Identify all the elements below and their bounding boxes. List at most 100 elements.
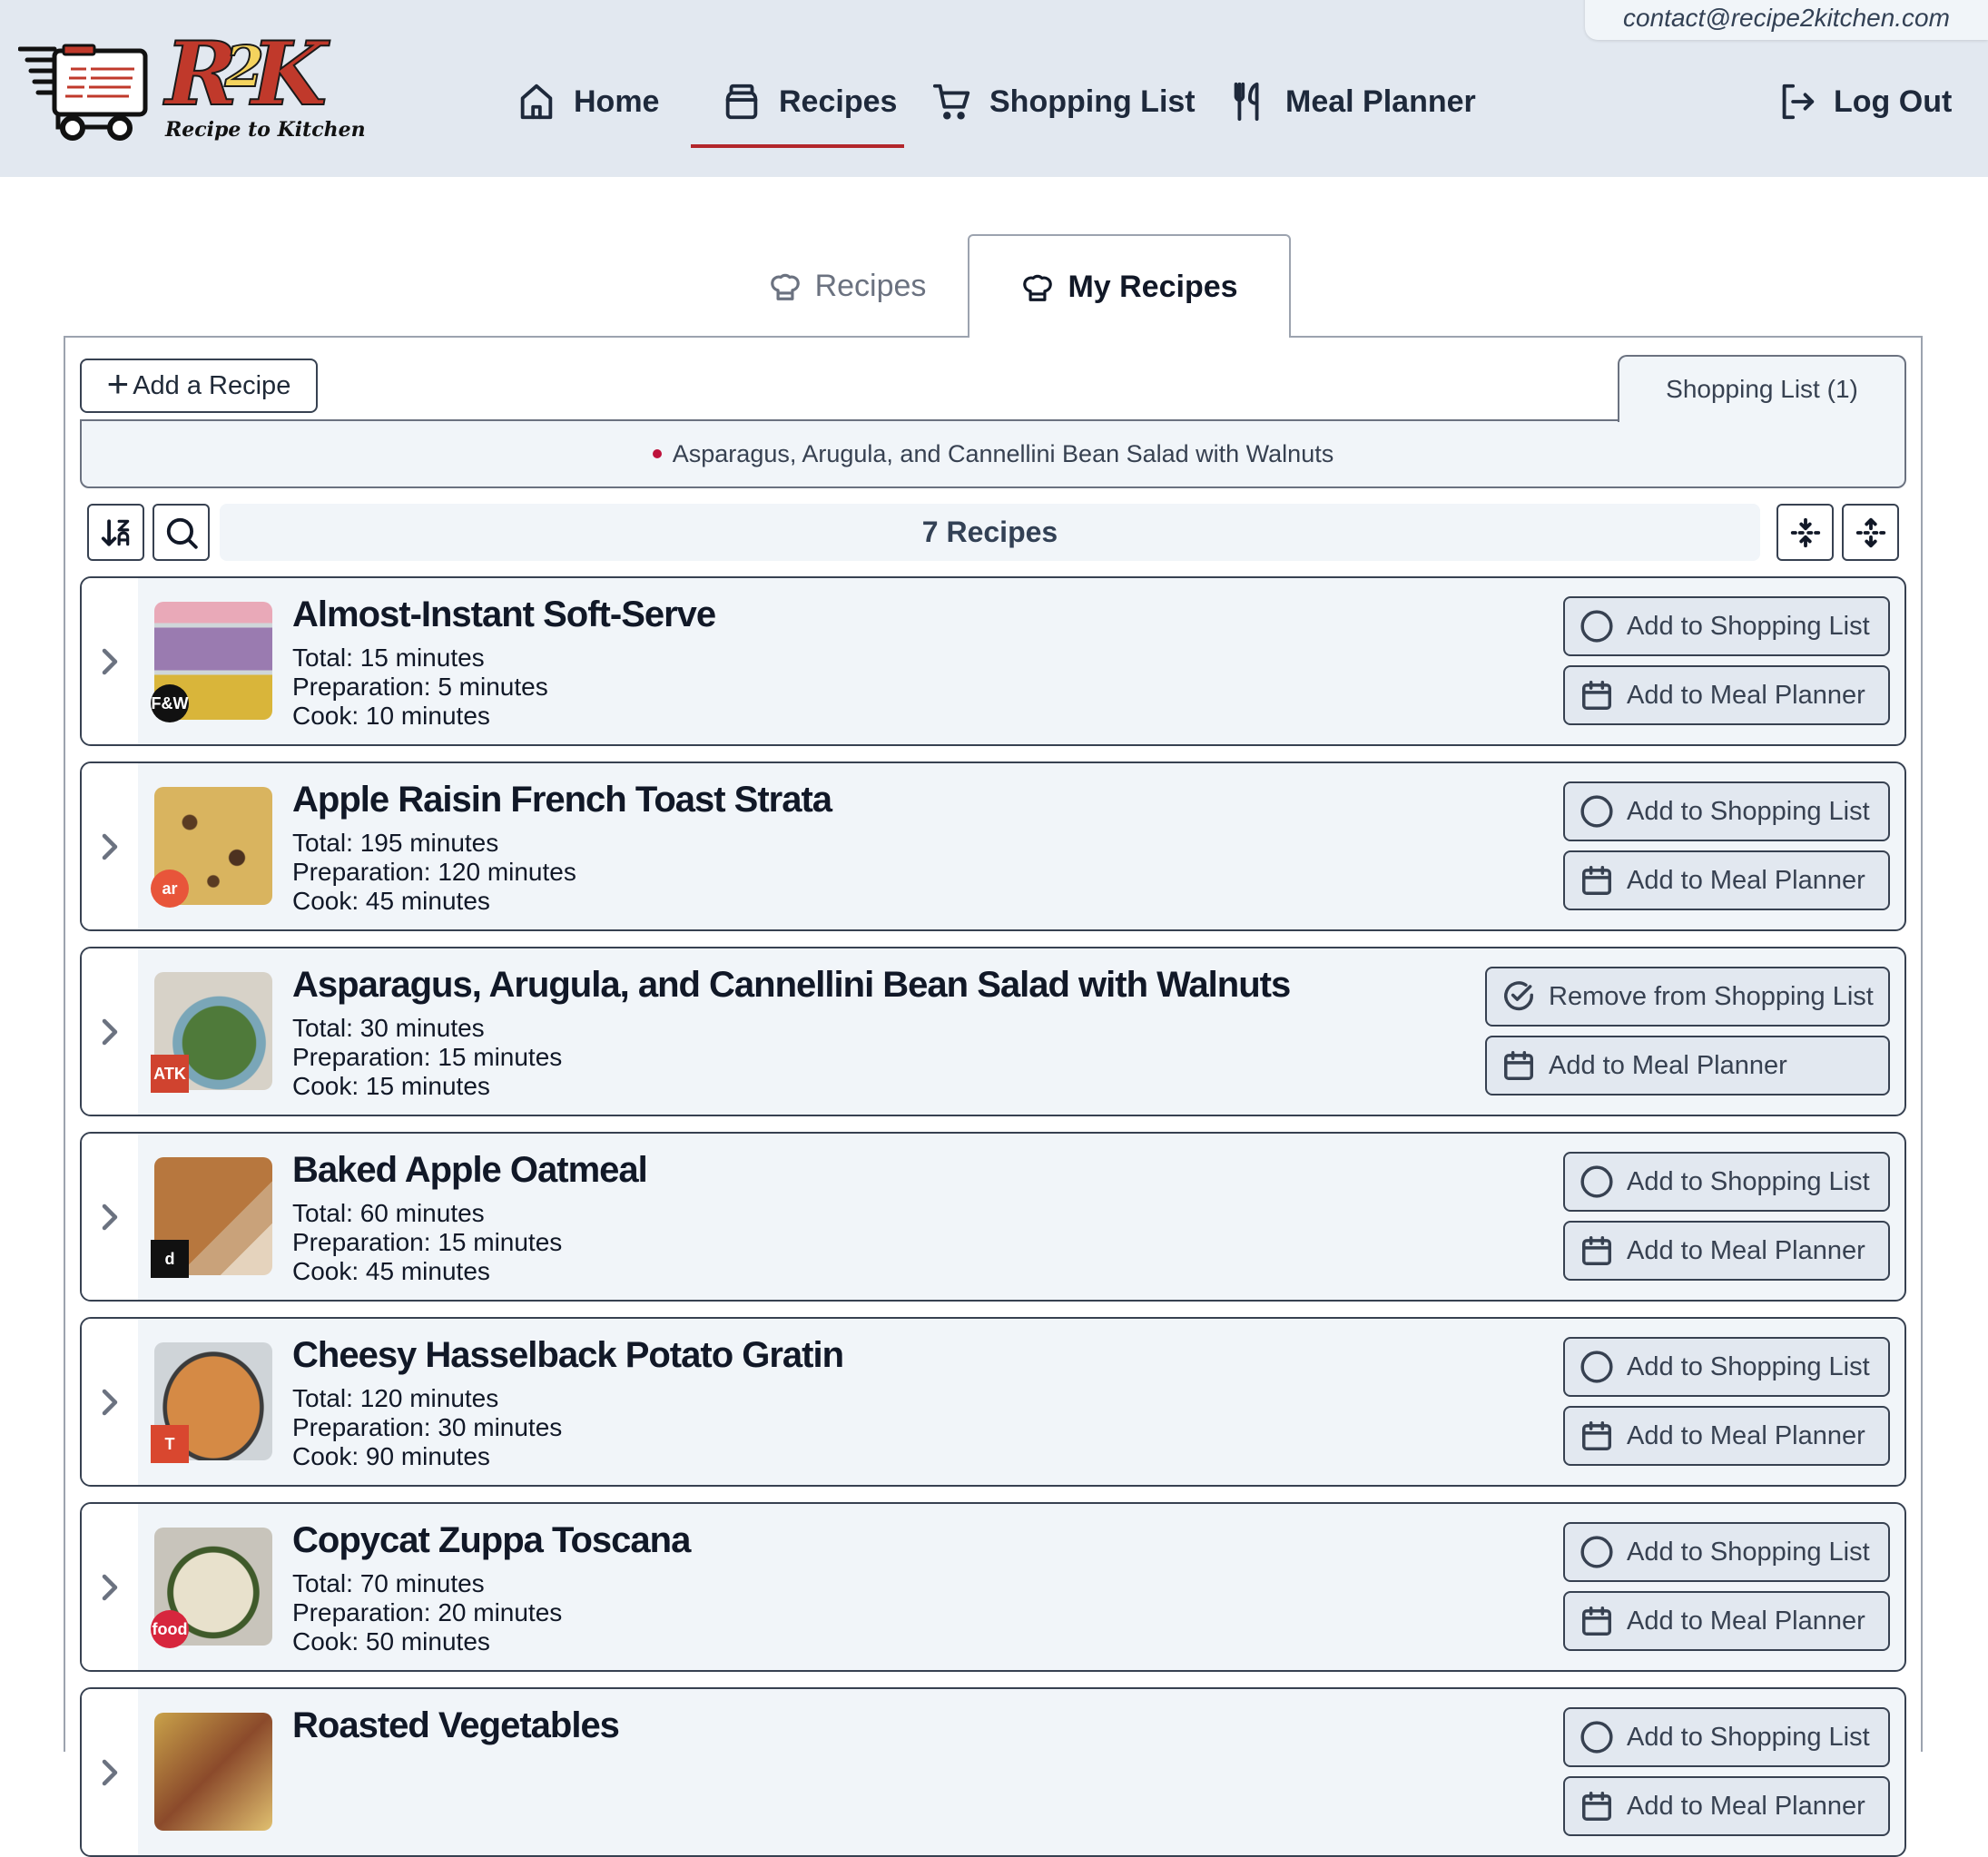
circle-icon <box>1580 1351 1613 1383</box>
circle-icon <box>1580 795 1613 828</box>
meal-button-label: Add to Meal Planner <box>1549 1050 1787 1080</box>
shopping-button-label: Add to Shopping List <box>1627 1166 1870 1196</box>
recipe-times: Total: 195 minutes Preparation: 120 minut… <box>292 829 576 916</box>
search-icon <box>166 517 198 549</box>
recipe-card[interactable]: food Copycat Zuppa Toscana Total: 70 minut… <box>80 1502 1906 1672</box>
shopping-list-tab[interactable]: Shopping List (1) <box>1618 355 1906 422</box>
add-to-shopping-list-button[interactable]: Add to Shopping List <box>1563 781 1890 841</box>
shopping-button-label: Remove from Shopping List <box>1549 981 1874 1011</box>
bullet-icon <box>652 449 662 458</box>
recipe-card[interactable]: T Cheesy Hasselback Potato Gratin Total: 1… <box>80 1317 1906 1487</box>
expand-recipe-toggle[interactable] <box>82 1319 138 1485</box>
logo-cart-icon <box>18 44 148 141</box>
recipe-cook-time: Cook: 50 minutes <box>292 1627 490 1656</box>
jar-icon <box>725 84 758 120</box>
recipe-card[interactable]: ATK Asparagus, Arugula, and Cannellini Be… <box>80 947 1906 1116</box>
expand-all-icon <box>1855 517 1885 547</box>
recipe-prep-time: Preparation: 30 minutes <box>292 1413 563 1441</box>
r2k-logo[interactable]: R2K Recipe to Kitchen <box>18 30 366 145</box>
sort-button[interactable] <box>87 504 144 561</box>
expand-recipe-toggle[interactable] <box>82 1689 138 1855</box>
chevron-right-icon <box>102 1574 118 1600</box>
expand-recipe-toggle[interactable] <box>82 948 138 1115</box>
add-to-meal-planner-button[interactable]: Add to Meal Planner <box>1485 1036 1890 1096</box>
chevron-right-icon <box>102 1018 118 1045</box>
recipe-times: Total: 70 minutes Preparation: 20 minutes… <box>292 1569 562 1656</box>
add-recipe-label: Add a Recipe <box>133 370 291 400</box>
source-logo-badge: ar <box>151 870 189 908</box>
add-to-meal-planner-button[interactable]: Add to Meal Planner <box>1563 1591 1890 1651</box>
shopping-button-label: Add to Shopping List <box>1627 796 1870 826</box>
add-to-shopping-list-button[interactable]: Add to Shopping List <box>1563 1337 1890 1397</box>
recipe-total-time: Total: 30 minutes <box>292 1014 485 1042</box>
recipe-card[interactable]: F&W Almost-Instant Soft-Serve Total: 15 mi… <box>80 576 1906 746</box>
contact-email[interactable]: contact@recipe2kitchen.com <box>1585 0 1988 40</box>
recipe-title[interactable]: Almost-Instant Soft-Serve <box>292 594 716 635</box>
remove-from-shopping-list-button[interactable]: Remove from Shopping List <box>1485 967 1890 1027</box>
tab-my-recipes[interactable]: My Recipes <box>968 234 1291 338</box>
recipe-title[interactable]: Roasted Vegetables <box>292 1705 620 1746</box>
recipe-cook-time: Cook: 15 minutes <box>292 1072 490 1100</box>
collapse-all-button[interactable] <box>1776 504 1834 561</box>
tab-recipes[interactable]: Recipes <box>726 234 968 338</box>
circle-icon <box>1580 1165 1613 1198</box>
nav-meal-planner[interactable]: Meal Planner <box>1227 76 1476 127</box>
add-to-shopping-list-button[interactable]: Add to Shopping List <box>1563 1522 1890 1582</box>
cart-icon <box>932 84 970 120</box>
add-recipe-button[interactable]: + Add a Recipe <box>80 359 318 413</box>
recipe-total-time: Total: 120 minutes <box>292 1384 499 1412</box>
add-to-meal-planner-button[interactable]: Add to Meal Planner <box>1563 850 1890 910</box>
chevron-right-icon <box>102 1389 118 1415</box>
nav-shopping-list[interactable]: Shopping List <box>931 76 1196 127</box>
meal-button-label: Add to Meal Planner <box>1627 1235 1865 1265</box>
add-to-shopping-list-button[interactable]: Add to Shopping List <box>1563 1152 1890 1212</box>
calendar-icon <box>1504 1051 1533 1080</box>
add-to-meal-planner-button[interactable]: Add to Meal Planner <box>1563 1406 1890 1466</box>
recipe-times: Total: 15 minutes Preparation: 5 minutes C… <box>292 644 548 731</box>
tab-recipes-label: Recipes <box>814 268 927 303</box>
nav-recipes[interactable]: Recipes <box>721 76 897 127</box>
recipe-total-time: Total: 70 minutes <box>292 1569 485 1597</box>
shopping-list-summary: Asparagus, Arugula, and Cannellini Bean … <box>80 419 1906 488</box>
recipe-title[interactable]: Cheesy Hasselback Potato Gratin <box>292 1335 844 1376</box>
circle-icon <box>1580 610 1613 643</box>
recipe-card[interactable]: Roasted Vegetables Add to Shopping List Ad… <box>80 1687 1906 1857</box>
collapse-all-icon <box>1790 517 1820 547</box>
nav-home-label: Home <box>574 84 660 119</box>
source-logo-badge: d <box>151 1240 189 1278</box>
logout-button[interactable]: Log Out <box>1776 76 1952 127</box>
add-to-meal-planner-button[interactable]: Add to Meal Planner <box>1563 665 1890 725</box>
expand-recipe-toggle[interactable] <box>82 1504 138 1670</box>
search-button[interactable] <box>153 504 210 561</box>
meal-button-label: Add to Meal Planner <box>1627 865 1865 895</box>
recipe-thumbnail[interactable] <box>154 1713 272 1831</box>
recipe-title[interactable]: Asparagus, Arugula, and Cannellini Bean … <box>292 965 1291 1006</box>
expand-all-button[interactable] <box>1842 504 1899 561</box>
nav-recipes-label: Recipes <box>779 84 898 119</box>
recipe-card[interactable]: d Baked Apple Oatmeal Total: 60 minutes Pre… <box>80 1132 1906 1302</box>
recipe-prep-time: Preparation: 15 minutes <box>292 1228 563 1256</box>
add-to-shopping-list-button[interactable]: Add to Shopping List <box>1563 1707 1890 1767</box>
recipe-prep-time: Preparation: 15 minutes <box>292 1043 563 1071</box>
calendar-icon <box>1582 1606 1611 1636</box>
recipe-cook-time: Cook: 45 minutes <box>292 887 490 915</box>
recipe-title[interactable]: Copycat Zuppa Toscana <box>292 1520 691 1561</box>
recipe-title[interactable]: Apple Raisin French Toast Strata <box>292 780 832 820</box>
source-logo-badge: T <box>151 1425 189 1463</box>
recipe-title[interactable]: Baked Apple Oatmeal <box>292 1150 648 1191</box>
shopping-list-item[interactable]: Asparagus, Arugula, and Cannellini Bean … <box>673 440 1334 468</box>
recipe-times: Total: 60 minutes Preparation: 15 minutes… <box>292 1199 562 1286</box>
add-to-meal-planner-button[interactable]: Add to Meal Planner <box>1563 1221 1890 1281</box>
meal-button-label: Add to Meal Planner <box>1627 1420 1865 1450</box>
expand-recipe-toggle[interactable] <box>82 578 138 744</box>
check-circle-icon <box>1504 981 1533 1011</box>
recipe-card[interactable]: ar Apple Raisin French Toast Strata Total:… <box>80 761 1906 931</box>
expand-recipe-toggle[interactable] <box>82 1134 138 1300</box>
add-to-shopping-list-button[interactable]: Add to Shopping List <box>1563 596 1890 656</box>
nav-home[interactable]: Home <box>516 76 659 127</box>
add-to-meal-planner-button[interactable]: Add to Meal Planner <box>1563 1776 1890 1836</box>
chef-hat-icon <box>770 273 800 300</box>
expand-recipe-toggle[interactable] <box>82 763 138 929</box>
recipe-cook-time: Cook: 10 minutes <box>292 702 490 730</box>
recipe-prep-time: Preparation: 120 minutes <box>292 858 576 886</box>
